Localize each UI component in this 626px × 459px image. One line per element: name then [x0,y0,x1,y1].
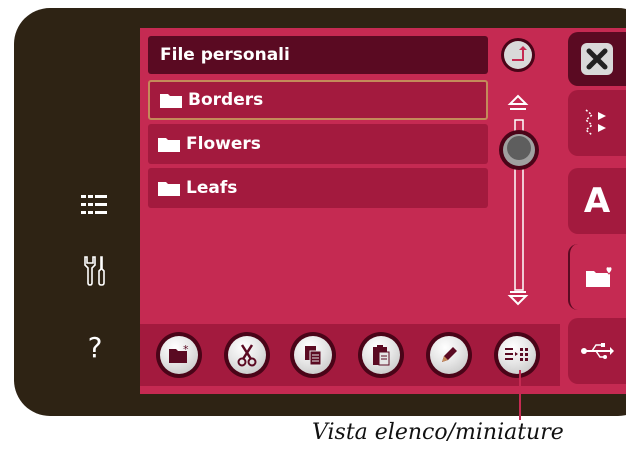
folder-icon [158,136,180,152]
bottom-toolbar: * [140,324,626,386]
side-tab-column: A [560,28,626,394]
folder-up-button[interactable] [496,36,540,74]
close-icon [581,43,613,75]
cut-button[interactable] [224,332,270,378]
copy-icon [305,346,322,366]
tab-personal-files[interactable] [568,244,626,310]
paste-button[interactable] [358,332,404,378]
tab-usb[interactable] [568,318,626,384]
callout-caption: Vista elenco/miniature [312,420,564,445]
tab-text[interactable]: A [568,168,626,234]
scissors-icon [237,344,257,367]
menu-list-icon[interactable] [78,188,112,222]
left-rail: ? [0,0,140,459]
usb-icon [581,343,614,359]
file-browser-screen: File personali Borders Flowers Leafs * A [140,28,626,394]
scroll-up-arrow-icon [507,94,529,105]
close-button[interactable] [568,32,626,86]
help-button[interactable]: ? [78,330,112,364]
folder-icon [158,180,180,196]
scrollbar[interactable] [494,90,542,310]
page-title: File personali [148,36,488,74]
new-folder-icon: * [169,345,189,363]
copy-button[interactable] [290,332,336,378]
pencil-icon [442,347,457,362]
list-item[interactable]: Leafs [148,168,488,208]
folder-name: Leafs [186,178,238,198]
stitch-pattern-icon [584,109,606,136]
list-thumbnail-view-button[interactable] [494,332,540,378]
folder-name: Borders [188,90,264,110]
svg-text:*: * [183,345,189,356]
folder-list: Borders Flowers Leafs [148,80,488,212]
paste-icon [373,345,390,366]
folder-name: Flowers [186,134,261,154]
favorite-folder-icon [586,266,613,287]
list-thumbnail-toggle-icon [505,348,528,361]
scroll-down-arrow-icon [507,295,529,306]
folder-icon [160,92,182,108]
new-folder-button[interactable]: * [156,332,202,378]
list-item[interactable]: Borders [148,80,488,120]
rename-button[interactable] [426,332,472,378]
tab-stitches[interactable] [568,90,626,156]
tools-icon[interactable] [78,254,112,288]
list-item[interactable]: Flowers [148,124,488,164]
callout-line [519,370,521,420]
